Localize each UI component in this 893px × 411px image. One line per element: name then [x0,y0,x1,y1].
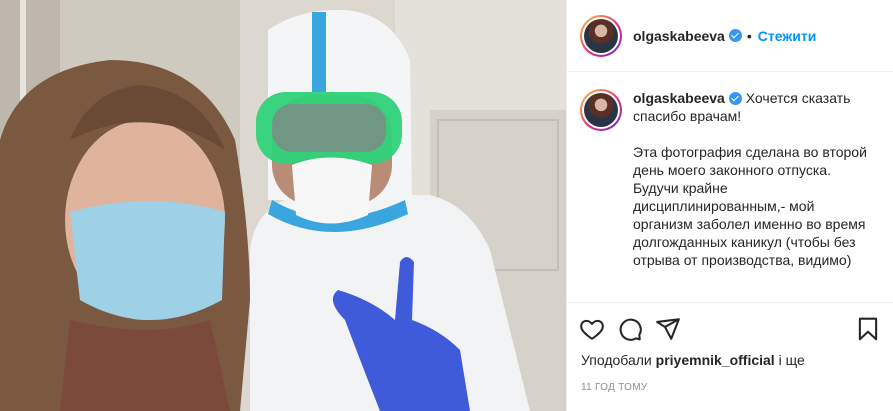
post-caption: olgaskabeeva Хочется сказать спасибо вра… [567,73,893,301]
post-sidebar: olgaskabeeva • Стежити olgaskabeeva Хоче… [566,0,893,411]
caption-text-block: olgaskabeeva Хочется сказать спасибо вра… [633,89,877,301]
verified-badge-icon [728,29,742,42]
caption-author-avatar[interactable] [580,89,622,131]
author-avatar[interactable] [580,14,622,57]
separator-dot: • [746,27,752,44]
post-header: olgaskabeeva • Стежити [567,0,893,72]
caption-username[interactable]: olgaskabeeva [633,90,725,106]
caption-body: Эта фотография сделана во второй день мо… [633,144,867,268]
post-timestamp[interactable]: 11 год тому [579,382,881,393]
bookmark-icon[interactable] [855,316,881,342]
heart-icon[interactable] [579,316,605,342]
liked-by-username[interactable]: priyemnik_official [656,352,775,368]
verified-badge-icon [728,92,742,105]
post-photo-illustration [0,0,566,411]
likes-more-link[interactable]: і ще [779,352,805,368]
author-username[interactable]: olgaskabeeva [633,28,725,44]
follow-button[interactable]: Стежити [758,28,817,44]
comment-icon[interactable] [617,316,643,342]
post-photo[interactable] [0,0,566,411]
post-actions: Уподобали priyemnik_official і ще 11 год… [567,302,893,393]
share-icon[interactable] [655,316,681,342]
likes-prefix: Уподобали [581,352,652,368]
action-icons-row [579,315,881,343]
likes-summary: Уподобали priyemnik_official і ще [579,352,881,368]
